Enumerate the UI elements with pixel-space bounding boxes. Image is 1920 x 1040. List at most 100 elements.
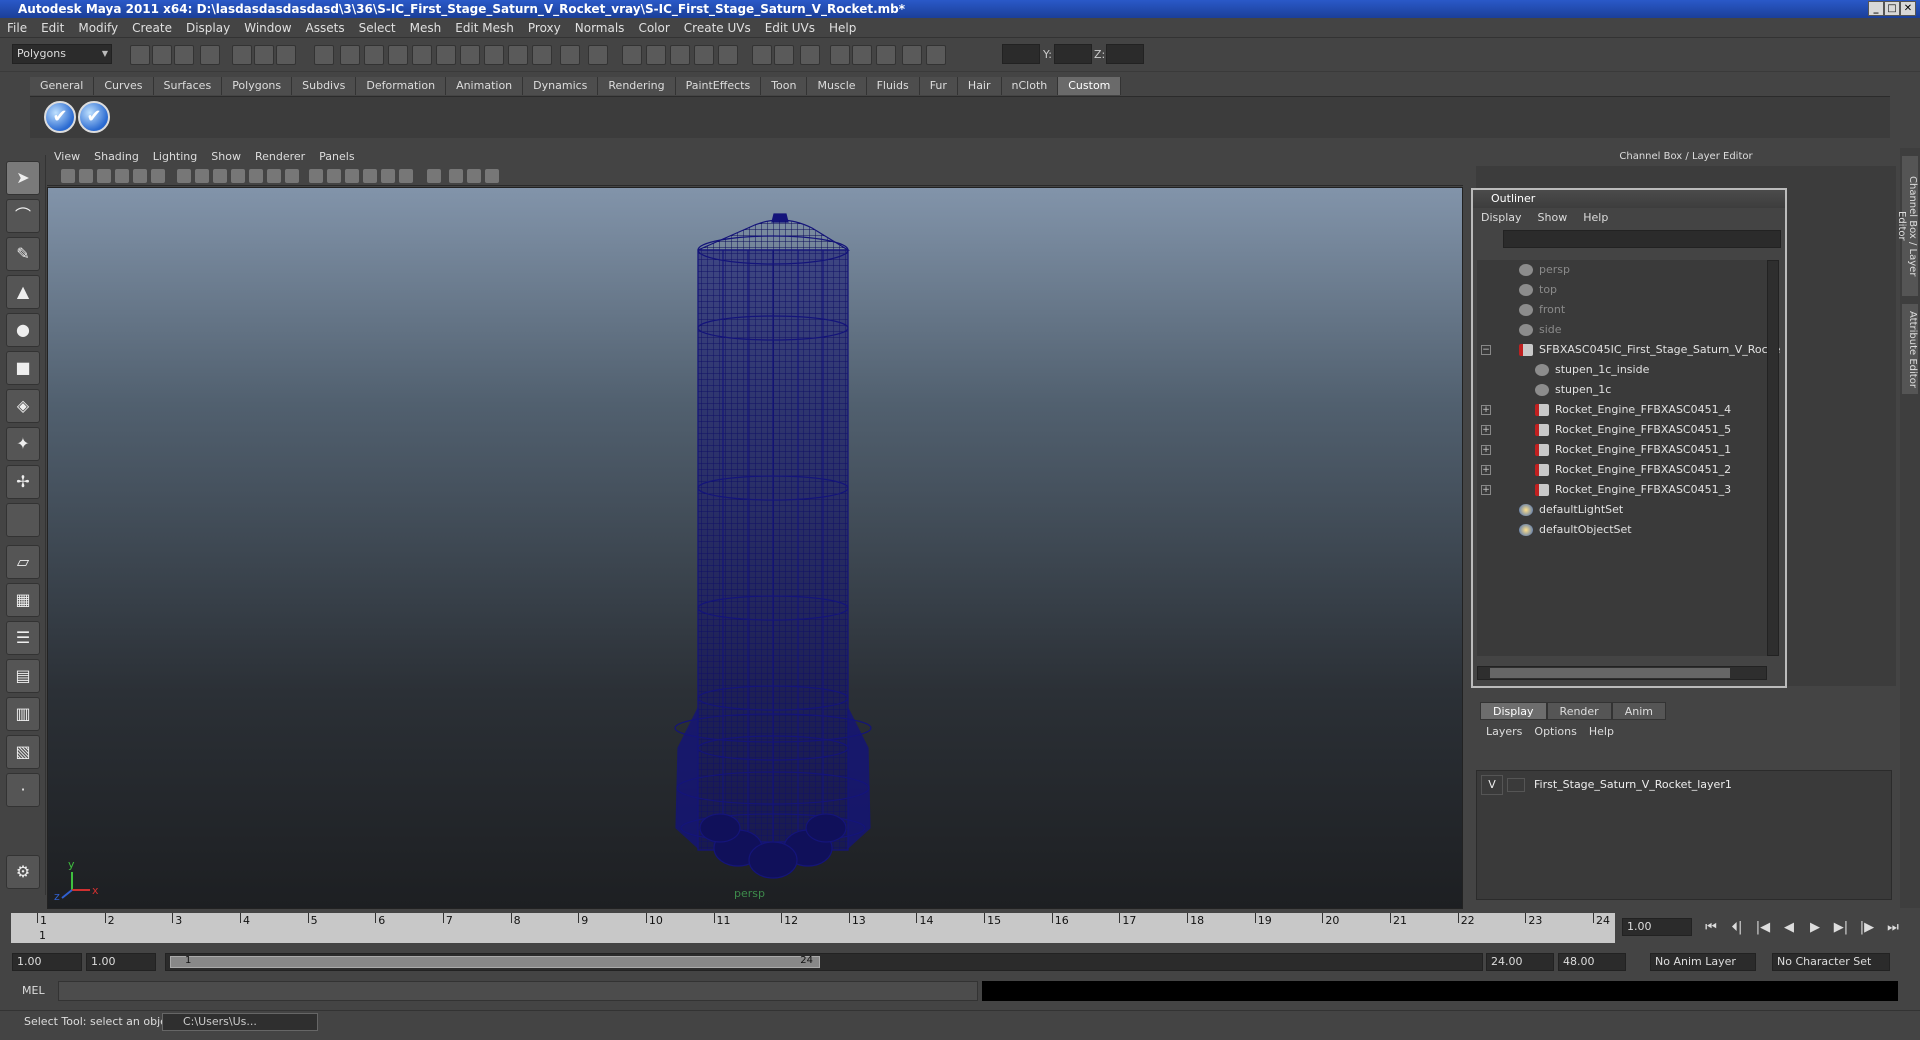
menu-mesh[interactable]: Mesh [403,18,449,38]
viewport-tool-icon[interactable] [115,169,129,183]
expand-icon[interactable]: + [1481,425,1491,435]
rotate-tool-icon[interactable]: ● [6,313,40,347]
layer-row[interactable]: V First_Stage_Saturn_V_Rocket_layer1 [1481,775,1732,795]
tab-polygons[interactable]: Polygons [222,77,293,95]
playback-button[interactable]: ⏴| [1726,919,1748,937]
layer-tab-render[interactable]: Render [1546,702,1612,720]
layer-color-swatch[interactable] [1506,778,1525,792]
tab-surfaces[interactable]: Surfaces [153,77,223,95]
layout-graph-icon[interactable]: ▤ [6,659,40,693]
tab-hair[interactable]: Hair [957,77,1002,95]
last-tool-icon[interactable] [6,503,40,537]
outliner-item[interactable]: persp [1477,260,1570,280]
time-slider[interactable]: 1 2 3 4 5 6 7 8 9 10 11 12 13 14 15 16 17 18 19 20 21 22 23 24 1 [10,912,1616,944]
range-slider[interactable]: 1 24 [165,953,1483,971]
outliner-vertical-scrollbar[interactable] [1767,260,1779,656]
status-tool-icon[interactable] [460,45,480,65]
layout-single-icon[interactable]: ▱ [6,545,40,579]
viewport-tool-icon[interactable] [285,169,299,183]
menu-normals[interactable]: Normals [568,18,632,38]
tab-dynamics[interactable]: Dynamics [523,77,599,95]
mel-label[interactable]: MEL [22,984,45,997]
status-tool-icon[interactable] [646,45,666,65]
outliner-item[interactable]: + Rocket_Engine_FFBXASC0451_2 [1477,460,1731,480]
playback-button[interactable]: |▶ [1856,919,1878,937]
outliner-item[interactable]: side [1477,320,1562,340]
collapse-icon[interactable]: − [1481,345,1491,355]
tab-curves[interactable]: Curves [94,77,154,95]
start-time-field[interactable]: 1.00 [12,953,82,971]
viewport-tool-icon[interactable] [231,169,245,183]
scale-tool-icon[interactable]: ■ [6,351,40,385]
menu-create[interactable]: Create [125,18,179,38]
mel-input[interactable] [58,981,978,1001]
viewport-tool-icon[interactable] [399,169,413,183]
menu-create-uvs[interactable]: Create UVs [677,18,758,38]
playback-button[interactable]: ⏭ [1882,919,1904,937]
scrollbar-thumb[interactable] [1490,668,1730,678]
outliner-item[interactable]: + Rocket_Engine_FFBXASC0451_5 [1477,420,1731,440]
viewport-menu-renderer[interactable]: Renderer [248,148,312,166]
outliner-item[interactable]: stupen_1c_inside [1477,360,1649,380]
move-tool-icon[interactable]: ▲ [6,275,40,309]
viewport-tool-icon[interactable] [267,169,281,183]
current-frame-field[interactable]: 1.00 [1622,918,1692,936]
viewport-tool-icon[interactable] [213,169,227,183]
playback-button[interactable]: ⏮ [1700,919,1722,937]
tab-toon[interactable]: Toon [761,77,808,95]
status-tool-icon[interactable] [902,45,922,65]
outliner-item[interactable]: top [1477,280,1557,300]
viewport-tool-icon[interactable] [363,169,377,183]
layer-menu-layers[interactable]: Layers [1480,722,1528,742]
layout-hypershade-icon[interactable]: ▥ [6,697,40,731]
tab-painteffects[interactable]: PaintEffects [675,77,762,95]
menu-edit-mesh[interactable]: Edit Mesh [448,18,521,38]
status-tool-icon[interactable] [800,45,820,65]
tab-custom[interactable]: Custom [1058,77,1122,95]
viewport-menu-lighting[interactable]: Lighting [146,148,204,166]
status-tool-icon[interactable] [852,45,872,65]
render-tool-icon[interactable]: ⚙ [6,855,40,889]
layer-name[interactable]: First_Stage_Saturn_V_Rocket_layer1 [1534,778,1732,791]
viewport-menu-panels[interactable]: Panels [312,148,361,166]
layer-visibility-toggle[interactable]: V [1481,775,1503,795]
tab-general[interactable]: General [30,77,95,95]
menu-edit[interactable]: Edit [34,18,71,38]
status-tool-icon[interactable] [508,45,528,65]
viewport-tool-icon[interactable] [195,169,209,183]
status-tool-icon[interactable] [340,45,360,65]
status-tool-icon[interactable] [254,45,274,65]
y-field[interactable] [1054,44,1092,64]
menu-display[interactable]: Display [179,18,237,38]
status-tool-icon[interactable] [532,45,552,65]
status-tool-icon[interactable] [412,45,432,65]
status-tool-icon[interactable] [752,45,772,65]
menu-select[interactable]: Select [352,18,403,38]
layout-dope-icon[interactable]: ▧ [6,735,40,769]
tab-fur[interactable]: Fur [919,77,958,95]
layer-tab-display[interactable]: Display [1480,702,1547,720]
tab-channel-box[interactable]: Channel Box / Layer Editor [1896,156,1918,296]
manipulator-icon[interactable]: ◈ [6,389,40,423]
playback-button[interactable]: ▶| [1830,919,1852,937]
viewport-tool-icon[interactable] [345,169,359,183]
menu-edit-uvs[interactable]: Edit UVs [758,18,822,38]
outliner-item[interactable]: − SFBXASC045IC_First_Stage_Saturn_V_Rocke [1477,340,1780,360]
status-tool-icon[interactable] [560,45,580,65]
viewport-persp[interactable]: y x z persp [47,187,1463,909]
status-tool-icon[interactable] [926,45,946,65]
viewport-tool-icon[interactable] [449,169,463,183]
outliner-search-input[interactable] [1503,230,1781,248]
menu-file[interactable]: File [0,18,34,38]
expand-icon[interactable]: + [1481,485,1491,495]
layer-menu-help[interactable]: Help [1583,722,1620,742]
lasso-tool-icon[interactable]: ⌒ [6,199,40,233]
menu-window[interactable]: Window [237,18,298,38]
outliner-menu-show[interactable]: Show [1530,208,1576,228]
tab-attribute-editor[interactable]: Attribute Editor [1902,304,1918,394]
outliner-horizontal-scrollbar[interactable] [1477,666,1767,680]
maximize-button[interactable]: □ [1884,1,1900,16]
status-tool-icon[interactable] [622,45,642,65]
end-time-field[interactable]: 48.00 [1558,953,1626,971]
playback-end-field[interactable]: 24.00 [1486,953,1554,971]
